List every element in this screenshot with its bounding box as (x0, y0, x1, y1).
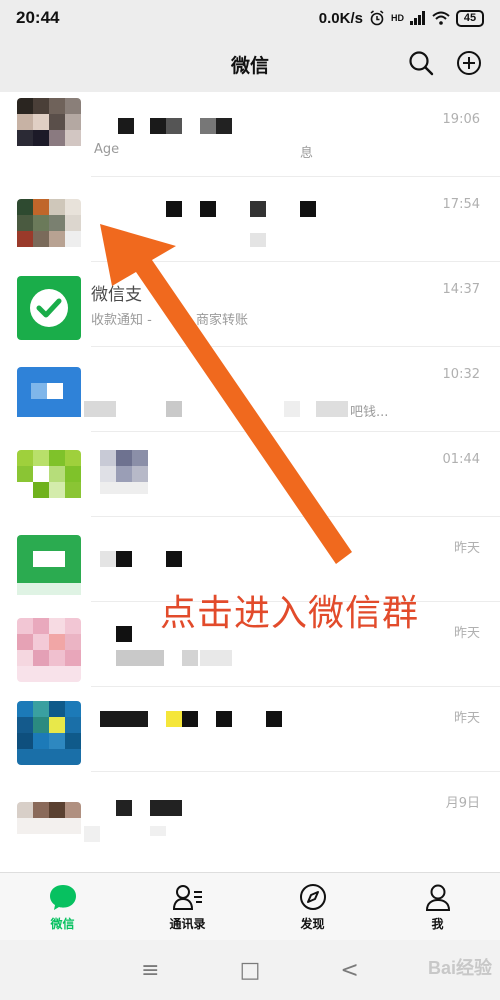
plus-circle-icon[interactable] (456, 50, 482, 76)
contacts-icon (172, 885, 202, 910)
chat-list: Age 息 19:06 17:54 微信支 t 收款通知 - 商家转账 14:3… (0, 92, 500, 872)
chat-item[interactable]: 昨天 (0, 687, 500, 772)
back-button[interactable]: < (340, 958, 358, 983)
title-bar: 微信 (0, 36, 500, 92)
compass-icon (299, 884, 326, 910)
wifi-icon (432, 11, 450, 25)
menu-button[interactable]: ≡ (141, 958, 159, 983)
tab-label: 通讯录 (169, 917, 206, 931)
avatar (17, 802, 81, 842)
avatar (17, 367, 81, 431)
tab-chats[interactable]: 微信 (0, 873, 125, 940)
watermark: Bai经验 (427, 958, 492, 978)
chat-item[interactable]: 月9日 (0, 772, 500, 857)
chat-time: 01:44 (442, 452, 480, 467)
home-button[interactable]: □ (240, 958, 261, 983)
chat-preview-tail: 商家转账 (196, 313, 249, 328)
chat-time: 17:54 (442, 197, 480, 212)
status-indicators: 0.0K/s HD 45 (318, 9, 484, 27)
wechat-pay-icon (30, 289, 68, 327)
avatar (17, 98, 81, 162)
chat-item[interactable]: 微信支 t 收款通知 - 商家转账 14:37 (0, 262, 500, 347)
chat-time: 昨天 (453, 626, 480, 641)
chat-title-tail: t (160, 280, 167, 300)
chat-preview-tail: 息 (300, 146, 314, 161)
network-type: HD (391, 12, 404, 23)
chat-time: 19:06 (442, 112, 480, 127)
avatar (17, 618, 81, 682)
chat-time: 10:32 (442, 367, 480, 382)
chat-item[interactable]: 17:54 (0, 177, 500, 262)
system-nav-bar: ≡ □ < (0, 940, 500, 1000)
tab-label: 发现 (300, 917, 325, 931)
chat-time: 昨天 (453, 541, 480, 556)
chat-bubble-icon (49, 885, 76, 910)
chat-time: 14:37 (442, 282, 480, 297)
chat-preview-tail: 吧钱... (350, 405, 389, 420)
status-time: 20:44 (16, 8, 60, 27)
chat-item[interactable]: Age 息 19:06 (0, 92, 500, 177)
signal-icon (410, 11, 425, 25)
tab-label: 微信 (50, 917, 75, 931)
avatar (17, 450, 81, 514)
avatar (17, 701, 81, 765)
tab-contacts[interactable]: 通讯录 (125, 873, 250, 940)
chat-time: 月9日 (445, 796, 480, 811)
chat-title: 微信支 (91, 285, 142, 305)
annotation-text: 点击进入微信群 (160, 593, 420, 634)
chat-time: 昨天 (453, 711, 480, 726)
bottom-tab-bar: 微信 通讯录 发现 我 (0, 872, 500, 940)
chat-item[interactable]: 吧钱... 10:32 (0, 347, 500, 432)
status-bar: 20:44 0.0K/s HD 45 (0, 0, 500, 36)
avatar (17, 199, 81, 263)
chat-preview: Age (94, 142, 120, 157)
page-title: 微信 (230, 54, 269, 77)
chat-preview: 收款通知 - (91, 313, 152, 328)
alarm-icon (370, 10, 384, 26)
network-speed: 0.0K/s (318, 9, 363, 27)
tab-label: 我 (431, 917, 444, 931)
chat-item[interactable]: 01:44 (0, 432, 500, 517)
tab-me[interactable]: 我 (375, 873, 500, 940)
avatar (17, 535, 81, 599)
tab-discover[interactable]: 发现 (250, 873, 375, 940)
search-icon[interactable] (408, 50, 434, 76)
wechat-pay-avatar (17, 276, 81, 340)
battery-indicator: 45 (456, 9, 484, 27)
person-icon (425, 884, 450, 911)
